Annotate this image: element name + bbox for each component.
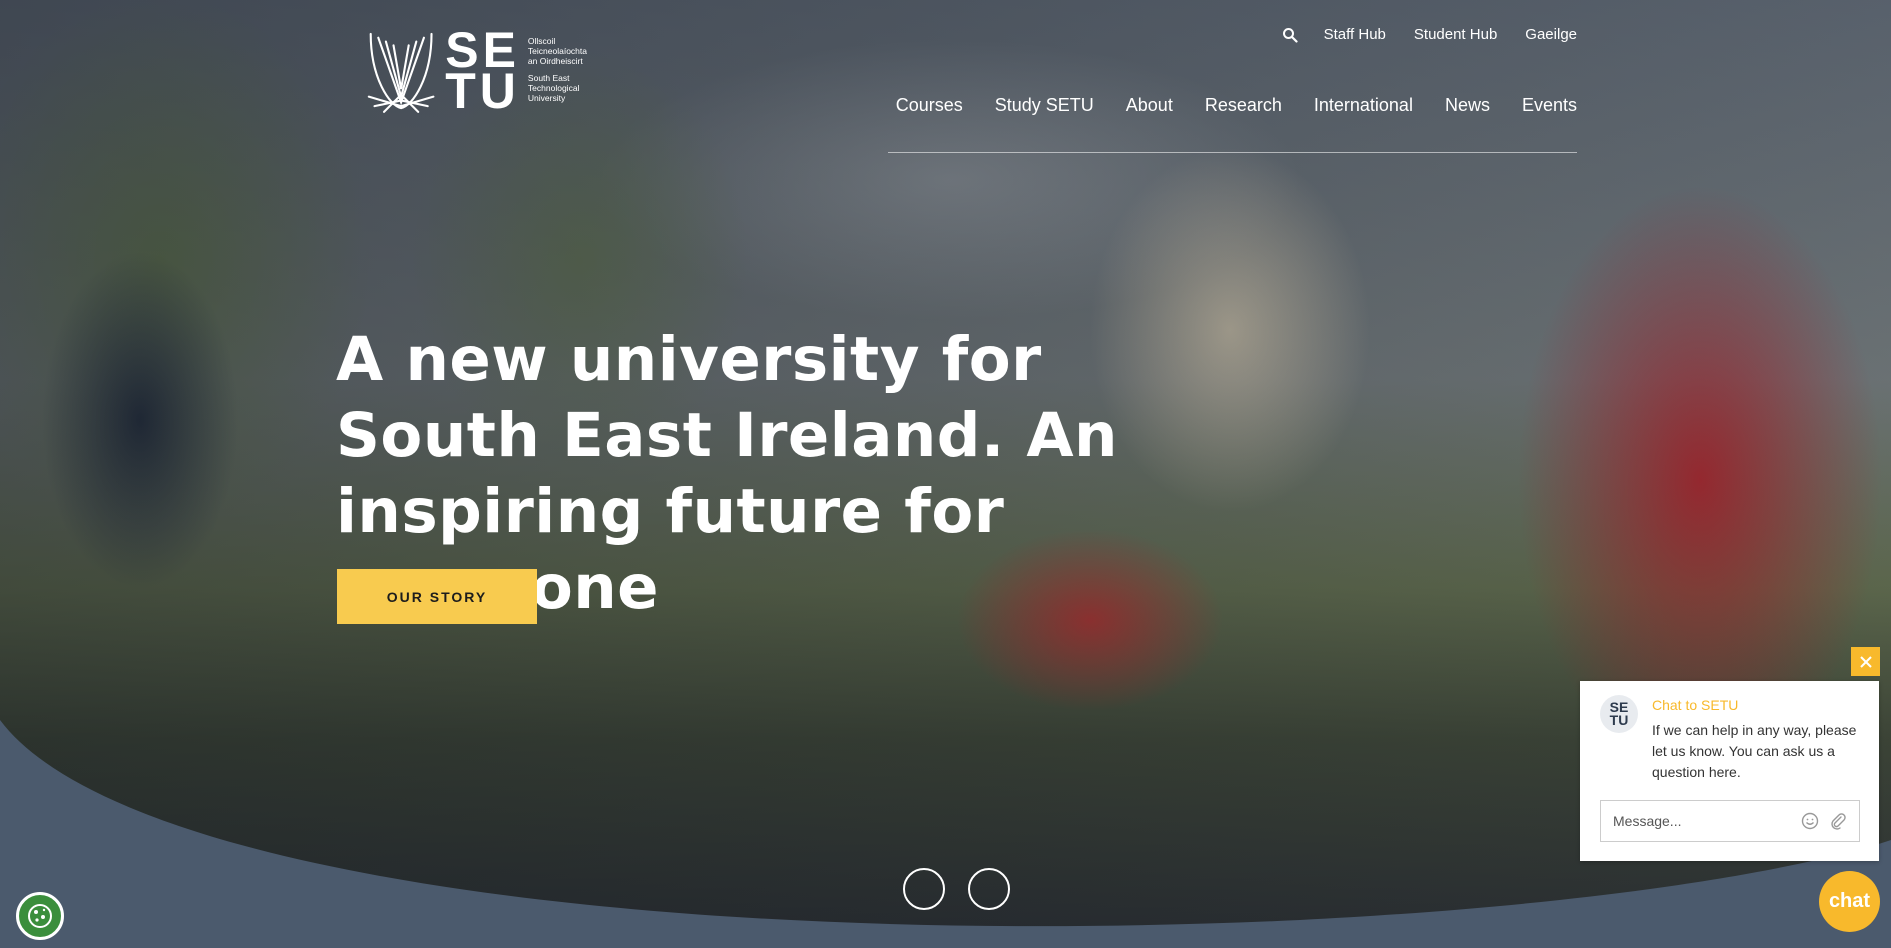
utility-link-staff-hub[interactable]: Staff Hub: [1324, 26, 1386, 43]
setu-logo[interactable]: SE TU Ollscoil Teicneolaíochta an Oirdhe…: [365, 25, 587, 119]
slider-dot-1[interactable]: [903, 868, 945, 910]
logo-irish-line: Teicneolaíochta: [527, 46, 587, 56]
search-icon[interactable]: [1282, 27, 1298, 43]
emoji-icon[interactable]: [1801, 812, 1819, 830]
logo-letters: SE TU: [445, 25, 520, 119]
paperclip-icon[interactable]: [1829, 812, 1847, 830]
chat-avatar-logo: SE TU: [1609, 700, 1629, 728]
nav-item-study-setu[interactable]: Study SETU: [995, 95, 1094, 116]
nav-item-events[interactable]: Events: [1522, 95, 1577, 116]
logo-irish-line: an Oirdheiscirt: [527, 56, 583, 66]
nav-item-international[interactable]: International: [1314, 95, 1413, 116]
nav-item-research[interactable]: Research: [1205, 95, 1282, 116]
setu-logo-mark-icon: [367, 32, 435, 113]
our-story-button[interactable]: OUR STORY: [337, 569, 537, 624]
nav-item-courses[interactable]: Courses: [896, 95, 963, 116]
chat-avatar-line: TU: [1609, 712, 1629, 728]
logo-english-line: Technological: [527, 83, 580, 93]
logo-english-line: University: [527, 93, 566, 103]
cookie-settings-button[interactable]: [16, 892, 64, 940]
slider-dot-2[interactable]: [968, 868, 1010, 910]
chat-message: If we can help in any way, please let us…: [1652, 722, 1857, 780]
chat-title: Chat to SETU: [1652, 697, 1739, 713]
utility-nav: Staff Hub Student Hub Gaeilge: [1282, 26, 1577, 43]
chat-avatar: SE TU: [1600, 695, 1638, 733]
main-nav: Courses Study SETU About Research Intern…: [896, 95, 1577, 116]
close-icon: [1859, 655, 1872, 668]
chat-panel: SE TU Chat to SETU If we can help in any…: [1580, 681, 1879, 861]
utility-link-gaeilge[interactable]: Gaeilge: [1525, 26, 1577, 43]
logo-subtitle: Ollscoil Teicneolaíochta an Oirdheiscirt…: [528, 36, 587, 103]
nav-divider: [888, 152, 1577, 153]
nav-item-about[interactable]: About: [1126, 95, 1173, 116]
cookie-icon: [28, 904, 52, 928]
nav-item-news[interactable]: News: [1445, 95, 1490, 116]
chat-launcher-button[interactable]: chat: [1819, 871, 1880, 932]
utility-link-student-hub[interactable]: Student Hub: [1414, 26, 1497, 43]
logo-english-line: South East: [527, 73, 570, 83]
chat-message-input[interactable]: [1600, 800, 1860, 842]
logo-irish-line: Ollscoil: [527, 36, 556, 46]
logo-letters-bottom: TU: [445, 63, 520, 119]
chat-close-button[interactable]: [1851, 647, 1880, 676]
